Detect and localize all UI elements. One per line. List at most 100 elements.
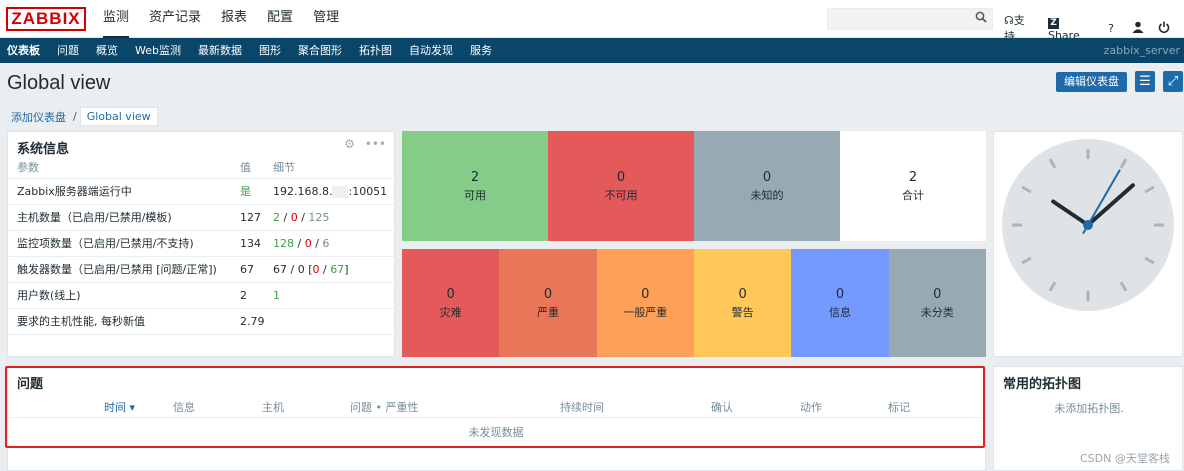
more-options-icon[interactable]: ••• bbox=[365, 137, 386, 151]
submenu-overview[interactable]: 概览 bbox=[96, 38, 118, 63]
severity-tile-average[interactable]: 0 一般严重 bbox=[596, 249, 694, 357]
submenu-services[interactable]: 服务 bbox=[470, 38, 492, 63]
detail-disabled: 0 bbox=[304, 236, 312, 250]
system-info-table: 参数 值 细节 Zabbix服务器端运行中 是 192.168.8.:10051… bbox=[8, 156, 394, 335]
breadcrumb-dashboards[interactable]: 添加仪表盘 bbox=[7, 109, 70, 125]
table-row: 主机数量（已启用/已禁用/模板) 127 2 / 0 / 125 bbox=[8, 204, 394, 231]
detail-sep: / bbox=[319, 262, 331, 276]
severity-tile-warning[interactable]: 0 警告 bbox=[693, 249, 792, 357]
watermark: CSDN @天堂客栈 bbox=[1080, 452, 1170, 465]
value-cell: 134 bbox=[240, 230, 273, 257]
tile-label: 警告 bbox=[731, 305, 754, 319]
detail-online: 1 bbox=[273, 288, 280, 302]
main-menu: 监测 资产记录 报表 配置 管理 bbox=[103, 0, 359, 38]
submenu-problems[interactable]: 问题 bbox=[57, 38, 79, 63]
param-cell: 监控项数量（已启用/已禁用/不支持) bbox=[8, 230, 240, 257]
value-cell: 67 bbox=[240, 256, 273, 283]
fullscreen-icon: ⤢ bbox=[1167, 74, 1179, 89]
system-information-widget: 系统信息 ⚙ ••• 参数 值 细节 Zabbix服务器端运行中 是 192.1… bbox=[7, 131, 395, 357]
zabbix-logo[interactable]: ZABBIX bbox=[6, 7, 86, 31]
detail-unsupported: 6 bbox=[322, 236, 330, 250]
host-tile-unavailable[interactable]: 0 不可用 bbox=[548, 131, 694, 241]
host-tile-unknown[interactable]: 0 未知的 bbox=[694, 131, 840, 241]
table-row: 监控项数量（已启用/已禁用/不支持) 134 128 / 0 / 6 bbox=[8, 230, 394, 257]
menu-configuration[interactable]: 配置 bbox=[267, 0, 293, 38]
tile-count: 0 bbox=[641, 286, 650, 302]
details-cell: 192.168.8.:10051 bbox=[273, 178, 394, 205]
help-button[interactable]: ? bbox=[1108, 22, 1114, 35]
host-availability-widget: 2 可用 0 不可用 0 未知的 2 合计 bbox=[402, 131, 986, 241]
detail-sep: / bbox=[294, 236, 305, 250]
sign-out-icon[interactable] bbox=[1158, 21, 1170, 36]
details-cell: 2 / 0 / 125 bbox=[273, 204, 394, 231]
severity-tile-disaster[interactable]: 0 灾难 bbox=[402, 249, 500, 357]
edit-dashboard-button[interactable]: 编辑仪表盘 bbox=[1056, 72, 1127, 92]
severity-tile-not-classified[interactable]: 0 未分类 bbox=[888, 249, 986, 357]
gear-icon[interactable]: ⚙ bbox=[344, 137, 355, 151]
details-cell: 67 / 0 [0 / 67] bbox=[273, 256, 394, 283]
user-profile-icon[interactable] bbox=[1132, 21, 1144, 36]
tile-count: 0 bbox=[446, 286, 455, 302]
value-cell: 2 bbox=[240, 282, 273, 309]
table-header-row: 参数 值 细节 bbox=[8, 156, 394, 179]
tile-count: 0 bbox=[543, 286, 553, 302]
submenu-latest-data[interactable]: 最新数据 bbox=[198, 38, 242, 63]
value-cell: 127 bbox=[240, 204, 273, 231]
value-cell: 2.79 bbox=[240, 308, 273, 335]
widget-controls: ⚙ ••• bbox=[344, 137, 386, 151]
problems-by-severity-widget: 0 灾难 0 严重 0 一般严重 0 警告 0 信息 0 未分类 bbox=[402, 249, 986, 357]
submenu-discovery[interactable]: 自动发现 bbox=[409, 38, 453, 63]
tile-count: 0 bbox=[835, 286, 845, 302]
breadcrumb-current[interactable]: Global view bbox=[79, 107, 158, 126]
tile-label: 一般严重 bbox=[623, 305, 668, 319]
param-cell: 用户数(线上) bbox=[8, 282, 240, 309]
detail-enabled: 128 bbox=[273, 236, 294, 250]
table-row: 触发器数量（已启用/已禁用 [问题/正常]) 67 67 / 0 [0 / 67… bbox=[8, 256, 394, 283]
detail-sep: / bbox=[280, 210, 291, 224]
menu-monitoring[interactable]: 监测 bbox=[103, 0, 130, 38]
search-input[interactable] bbox=[827, 8, 993, 30]
detail-enabled: 2 bbox=[273, 210, 280, 224]
menu-reports[interactable]: 报表 bbox=[221, 0, 247, 38]
breadcrumb: 添加仪表盘 / Global view bbox=[7, 107, 158, 126]
severity-tile-high[interactable]: 0 严重 bbox=[499, 249, 597, 357]
submenu: 仪表板 问题 概览 Web监测 最新数据 图形 聚合图形 拓扑图 自动发现 服务 bbox=[7, 38, 509, 63]
detail-sep: / bbox=[297, 210, 309, 224]
tile-label: 未知的 bbox=[750, 188, 784, 202]
page-title: Global view bbox=[7, 72, 111, 94]
table-row: 用户数(线上) 2 1 bbox=[8, 282, 394, 309]
submenu-graphs[interactable]: 图形 bbox=[259, 38, 281, 63]
fullscreen-button[interactable]: ⤢ bbox=[1163, 71, 1183, 92]
detail-templates: 125 bbox=[308, 210, 330, 224]
tile-label: 合计 bbox=[902, 188, 924, 202]
submenu-screens[interactable]: 聚合图形 bbox=[298, 38, 342, 63]
severity-tile-information[interactable]: 0 信息 bbox=[791, 249, 889, 357]
no-maps-message: 未添加拓扑图. bbox=[1054, 402, 1124, 415]
details-cell: 128 / 0 / 6 bbox=[273, 230, 394, 257]
table-row: Zabbix服务器端运行中 是 192.168.8.:10051 bbox=[8, 178, 394, 205]
server-name: zabbix_server bbox=[1103, 44, 1180, 57]
submenu-dashboard[interactable]: 仪表板 bbox=[7, 38, 40, 63]
tile-label: 可用 bbox=[464, 188, 486, 202]
param-cell: Zabbix服务器端运行中 bbox=[8, 178, 240, 205]
menu-administration[interactable]: 管理 bbox=[313, 0, 339, 38]
menu-icon: ☰ bbox=[1139, 74, 1151, 89]
detail-text: 67 / 0 [ bbox=[273, 262, 313, 276]
detail-sep: / bbox=[311, 236, 323, 250]
column-header: 细节 bbox=[273, 156, 394, 179]
breadcrumb-separator: / bbox=[73, 110, 77, 123]
search-icon[interactable] bbox=[975, 11, 987, 26]
dashboard-menu-button[interactable]: ☰ bbox=[1135, 71, 1155, 92]
submenu-maps[interactable]: 拓扑图 bbox=[359, 38, 392, 63]
host-tile-total[interactable]: 2 合计 bbox=[840, 131, 986, 241]
clock-center bbox=[1083, 220, 1093, 230]
tile-label: 未分类 bbox=[920, 305, 954, 319]
column-header: 参数 bbox=[8, 156, 240, 179]
tile-label: 信息 bbox=[828, 305, 851, 319]
details-cell: 1 bbox=[273, 282, 394, 309]
detail-text: :10051 bbox=[348, 184, 388, 198]
submenu-web[interactable]: Web监测 bbox=[135, 38, 181, 63]
menu-inventory[interactable]: 资产记录 bbox=[149, 0, 201, 38]
host-tile-available[interactable]: 2 可用 bbox=[402, 131, 548, 241]
top-navigation-bar: ZABBIX 监测 资产记录 报表 配置 管理 ☊支持 ZShare ? bbox=[0, 0, 1184, 43]
